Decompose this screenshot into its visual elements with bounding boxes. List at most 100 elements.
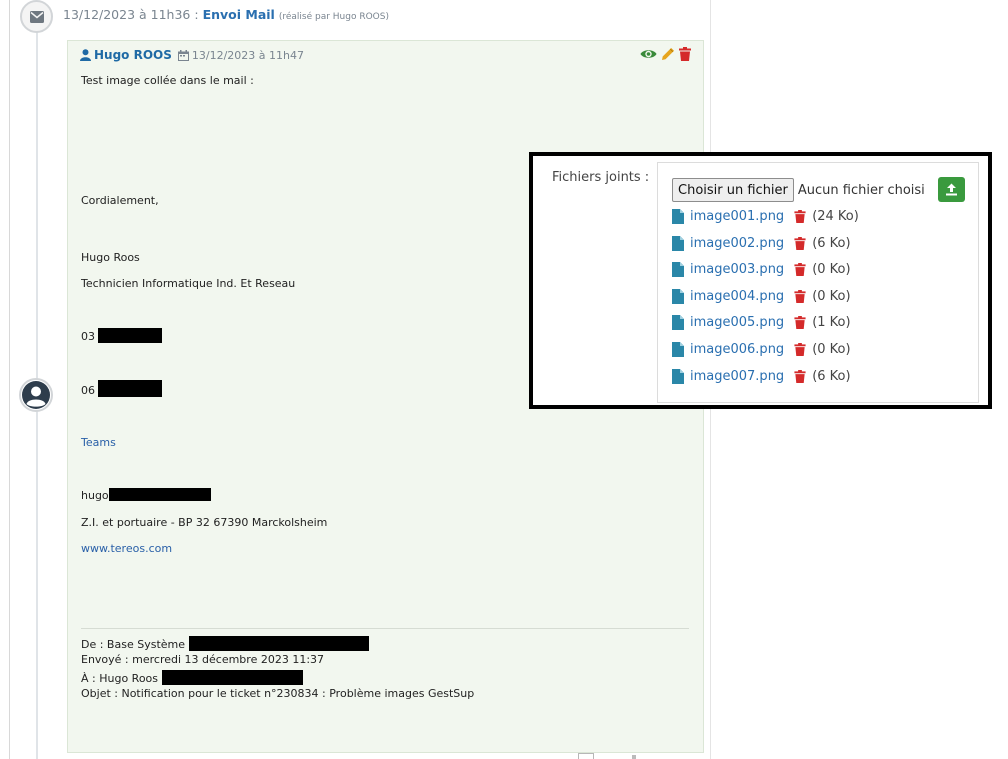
quoted-subject: Objet : Notification pour le ticket n°23…	[81, 687, 475, 700]
delete-attachment-button[interactable]	[794, 370, 806, 383]
pencil-icon	[662, 48, 674, 60]
quoted-to: À : Hugo Roos	[81, 670, 304, 685]
delete-attachment-button[interactable]	[794, 290, 806, 303]
signature-role: Technicien Informatique Ind. Et Reseau	[81, 277, 296, 290]
signature-address: Z.I. et portuaire - BP 32 67390 Marckols…	[81, 516, 328, 529]
bottom-checkbox[interactable]	[578, 753, 594, 759]
attachment-link[interactable]: image002.png	[690, 236, 784, 251]
event-date: 13/12/2023 à 11h36	[63, 7, 191, 22]
view-button[interactable]	[640, 46, 657, 65]
file-icon	[672, 289, 684, 304]
delete-attachment-button[interactable]	[794, 263, 806, 276]
signature-phone-1: 03	[81, 328, 162, 343]
quote-separator	[81, 628, 689, 629]
file-icon	[672, 369, 684, 384]
delete-message-button[interactable]	[679, 46, 691, 65]
phone-1-prefix: 03	[81, 330, 95, 343]
edit-button[interactable]	[661, 46, 675, 65]
timeline-avatar	[19, 378, 53, 412]
attachment-link[interactable]: image001.png	[690, 209, 784, 224]
message-header: Hugo ROOS 13/12/2023 à 11h47	[80, 48, 304, 62]
trash-icon	[794, 210, 806, 223]
event-header: 13/12/2023 à 11h36 : Envoi Mail (réalisé…	[63, 7, 389, 22]
redacted-block	[189, 636, 370, 651]
signature-name: Hugo Roos	[81, 251, 140, 264]
event-title: Envoi Mail	[202, 7, 275, 22]
attachment-size: (1 Ko)	[812, 315, 851, 330]
attachment-size: (6 Ko)	[812, 369, 851, 384]
teams-link[interactable]: Teams	[81, 436, 116, 449]
trash-icon	[679, 47, 691, 61]
trash-icon	[794, 237, 806, 250]
ticket-page: 13/12/2023 à 11h36 : Envoi Mail (réalisé…	[0, 0, 1008, 759]
attachment-item: image005.png (1 Ko)	[672, 315, 851, 330]
envelope-icon	[29, 10, 44, 23]
trash-icon	[794, 316, 806, 329]
quoted-to-text: À : Hugo Roos	[81, 672, 159, 685]
choose-file-button[interactable]: Choisir un fichier	[672, 178, 794, 202]
website-link[interactable]: www.tereos.com	[81, 542, 172, 555]
attachment-link[interactable]: image007.png	[690, 369, 784, 384]
file-icon	[672, 209, 684, 224]
message-author[interactable]: Hugo ROOS	[94, 48, 172, 62]
attachment-size: (6 Ko)	[812, 236, 851, 251]
attachment-link[interactable]: image005.png	[690, 315, 784, 330]
redacted-block	[162, 670, 304, 685]
quoted-from: De : Base Système	[81, 636, 370, 651]
delete-attachment-button[interactable]	[794, 316, 806, 329]
attachment-size: (0 Ko)	[812, 289, 851, 304]
attachments-panel: Fichiers joints : Choisir un fichier Auc…	[529, 152, 992, 409]
calendar-icon	[177, 49, 189, 61]
eye-icon	[640, 50, 657, 58]
attachment-link[interactable]: image006.png	[690, 342, 784, 357]
upload-icon	[946, 183, 957, 196]
quoted-sent: Envoyé : mercredi 13 décembre 2023 11:37	[81, 653, 325, 666]
delete-attachment-button[interactable]	[794, 210, 806, 223]
left-border	[9, 0, 10, 759]
file-icon	[672, 315, 684, 330]
quoted-from-text: De : Base Système	[81, 638, 186, 651]
phone-2-prefix: 06	[81, 384, 95, 397]
file-icon	[672, 262, 684, 277]
attachment-item: image001.png (24 Ko)	[672, 209, 859, 224]
file-icon	[672, 236, 684, 251]
bottom-marker	[632, 755, 636, 759]
attachments-list-box: Choisir un fichier Aucun fichier choisi …	[657, 162, 979, 403]
attachment-item: image006.png (0 Ko)	[672, 342, 851, 357]
attachment-link[interactable]: image004.png	[690, 289, 784, 304]
attachment-size: (0 Ko)	[812, 262, 851, 277]
attachment-link[interactable]: image003.png	[690, 262, 784, 277]
message-date: 13/12/2023 à 11h47	[191, 48, 304, 62]
attachment-size: (0 Ko)	[812, 342, 851, 357]
redacted-block	[108, 488, 211, 501]
trash-icon	[794, 343, 806, 356]
event-author: (réalisé par Hugo ROOS)	[278, 12, 389, 22]
event-separator: :	[194, 7, 199, 22]
file-picker: Choisir un fichier Aucun fichier choisi	[672, 178, 925, 202]
redacted-block	[98, 328, 162, 343]
email-prefix: hugo	[81, 489, 109, 502]
user-icon	[80, 49, 91, 61]
mail-intro: Test image collée dans le mail :	[81, 74, 254, 87]
upload-button[interactable]	[938, 177, 965, 202]
timeline-envelope-icon	[20, 0, 53, 33]
attachment-item: image007.png (6 Ko)	[672, 369, 851, 384]
signature-email: hugo	[81, 488, 211, 502]
message-actions	[640, 46, 691, 65]
trash-icon	[794, 263, 806, 276]
trash-icon	[794, 290, 806, 303]
delete-attachment-button[interactable]	[794, 343, 806, 356]
no-file-chosen-text: Aucun fichier choisi	[797, 182, 925, 198]
delete-attachment-button[interactable]	[794, 237, 806, 250]
attachment-item: image002.png (6 Ko)	[672, 236, 851, 251]
attachment-item: image003.png (0 Ko)	[672, 262, 851, 277]
attachment-item: image004.png (0 Ko)	[672, 289, 851, 304]
redacted-block	[98, 380, 162, 397]
attachment-size: (24 Ko)	[812, 209, 859, 224]
attachments-label: Fichiers joints :	[552, 170, 650, 185]
file-icon	[672, 342, 684, 357]
avatar-icon	[22, 381, 50, 409]
signature-phone-2: 06	[81, 380, 162, 397]
trash-icon	[794, 370, 806, 383]
mail-regards: Cordialement,	[81, 194, 159, 207]
